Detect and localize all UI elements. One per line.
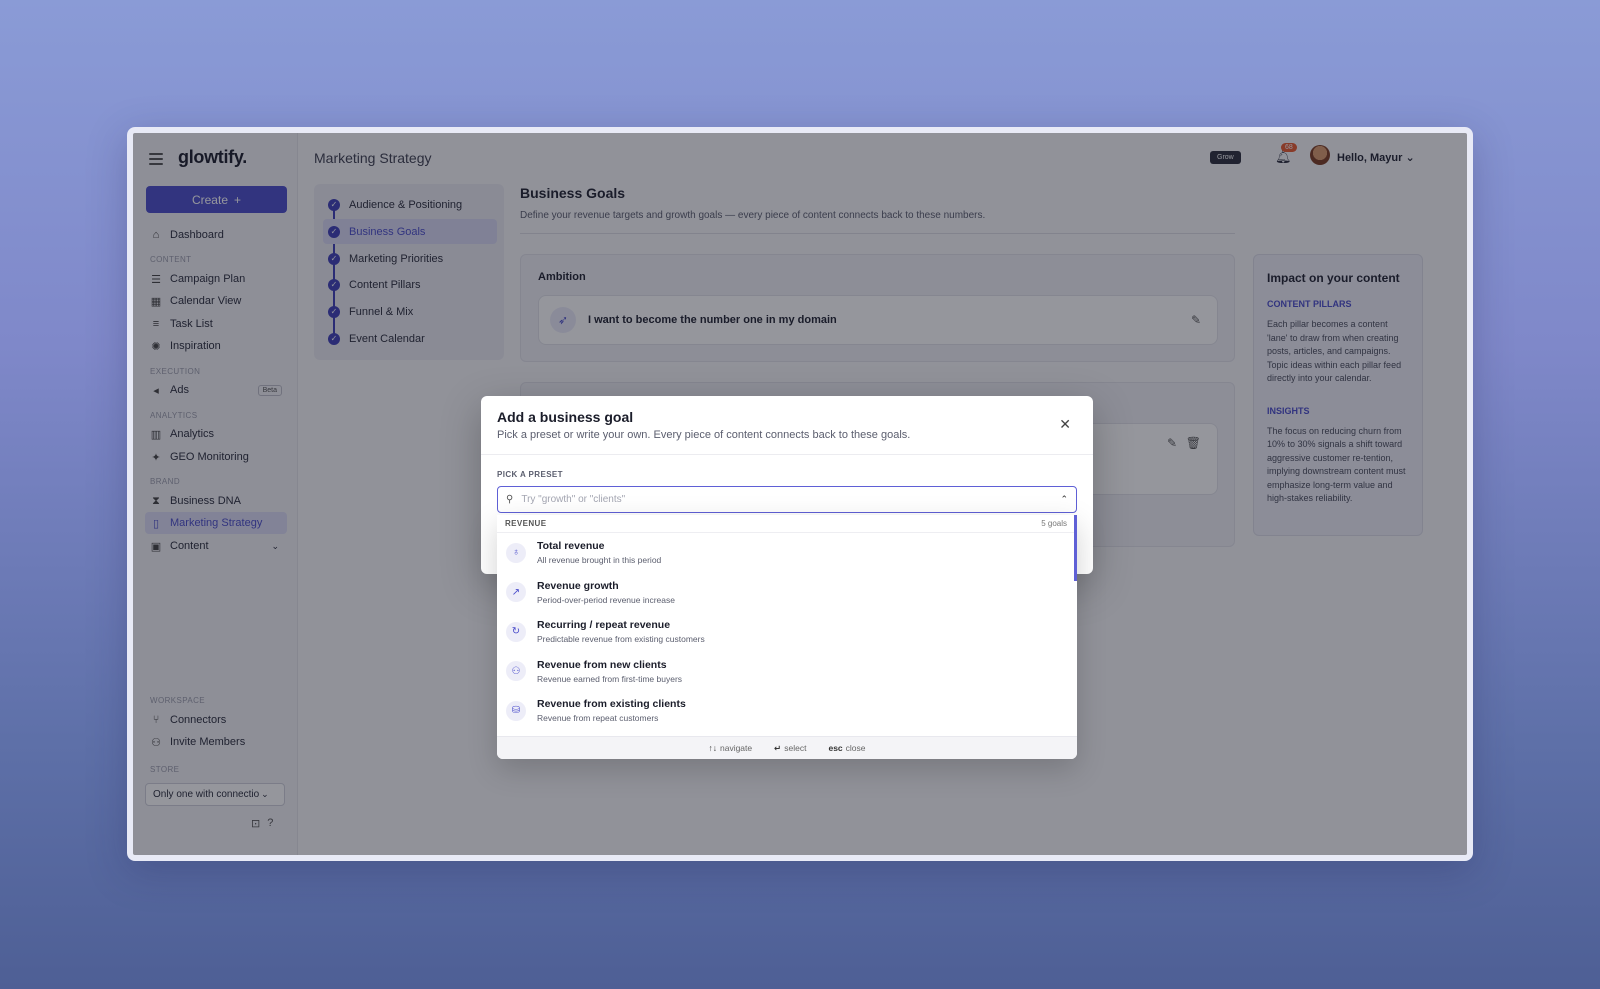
chevron-up-icon[interactable]: ⌃ [1060, 494, 1068, 505]
preset-label: PICK A PRESET [497, 470, 563, 479]
preset-item[interactable]: ⛁ Revenue from existing clients Revenue f… [497, 691, 1077, 731]
scrollbar[interactable] [1074, 515, 1077, 581]
preset-item[interactable]: ♁ Total revenue All revenue brought in th… [497, 533, 1077, 573]
preset-search-input[interactable] [521, 494, 1022, 505]
divider [481, 454, 1093, 455]
app-window: glowtify. Create + ⌂ Dashboard CONTENT ☰… [127, 127, 1473, 861]
preset-search[interactable]: ⚲ ⌃ [497, 486, 1077, 513]
user-plus-icon: ⚇ [506, 661, 526, 682]
preset-item[interactable]: ↗ Revenue growth Period-over-period reven… [497, 573, 1077, 613]
refresh-icon: ↻ [506, 621, 526, 642]
close-icon[interactable]: ✕ [1059, 416, 1071, 433]
preset-dropdown: REVENUE 5 goals ♁ Total revenue All reven… [497, 515, 1077, 759]
trending-up-icon: ↗ [506, 582, 526, 603]
modal-title: Add a business goal [497, 409, 634, 425]
dropdown-footer: ↑↓ navigate ↵ select esc close [497, 736, 1077, 759]
modal-subtitle: Pick a preset or write your own. Every p… [497, 429, 911, 441]
hint-close: esc close [828, 743, 866, 753]
dropdown-category: REVENUE 5 goals [497, 515, 1077, 533]
preset-item[interactable]: ⚇ Revenue from new clients Revenue earned… [497, 652, 1077, 692]
preset-item[interactable]: ↻ Recurring / repeat revenue Predictable … [497, 612, 1077, 652]
hint-navigate: ↑↓ navigate [708, 743, 753, 753]
hint-select: ↵ select [774, 742, 807, 753]
coins-icon: ⛁ [506, 700, 526, 721]
money-bag-icon: ♁ [506, 542, 526, 563]
search-icon: ⚲ [506, 494, 514, 505]
